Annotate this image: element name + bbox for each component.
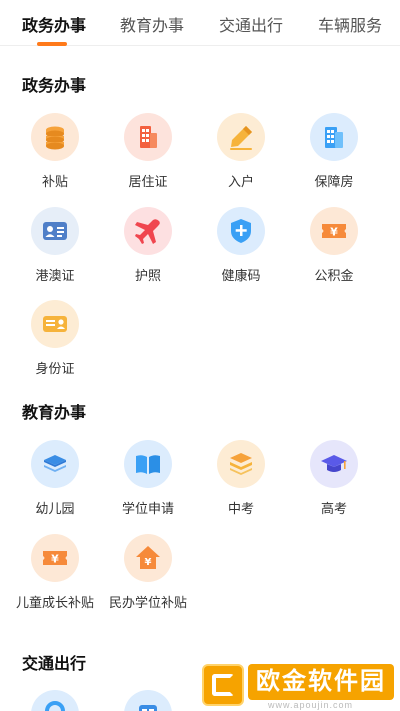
- service-item-label: 高考: [320, 501, 347, 516]
- shield-plus-icon: [217, 207, 265, 255]
- section-title-traffic: 交通出行: [22, 656, 87, 673]
- service-item-label: 港澳证: [35, 268, 75, 283]
- service-item-label: 护照: [134, 268, 161, 283]
- service-item-label: 补贴: [41, 174, 68, 189]
- service-item-label: 居住证: [128, 174, 168, 189]
- service-item-label: 身份证: [35, 361, 75, 376]
- watermark-logo-icon: [202, 664, 244, 706]
- service-item-traffic-2[interactable]: [101, 690, 195, 711]
- svg-text:¥: ¥: [145, 557, 152, 568]
- layers-icon: [31, 440, 79, 488]
- service-item-label: 入户: [227, 174, 254, 189]
- yuan-house-icon: ¥: [124, 534, 172, 582]
- coins-icon: [31, 113, 79, 161]
- service-item-label: 儿童成长补贴: [15, 595, 94, 610]
- housing-icon: [310, 113, 358, 161]
- tab-gov-affairs[interactable]: 政务办事: [22, 12, 86, 36]
- tab-education[interactable]: 教育办事: [120, 12, 184, 36]
- graduation-cap-icon: [310, 440, 358, 488]
- service-item-traffic-1[interactable]: [8, 690, 102, 711]
- service-item-kindergarten[interactable]: 幼儿园: [8, 440, 102, 518]
- service-item-subsidy[interactable]: 补贴: [8, 113, 102, 191]
- service-item-high-school-exam[interactable]: 中考: [194, 440, 288, 518]
- tab-traffic[interactable]: 交通出行: [219, 12, 283, 36]
- svg-text:¥: ¥: [51, 553, 59, 566]
- service-item-hk-macau-permit[interactable]: 港澳证: [8, 207, 102, 285]
- service-item-private-school-subsidy[interactable]: ¥ 民办学位补贴: [101, 534, 195, 612]
- watermark-text: 欧金软件园: [248, 664, 394, 700]
- service-item-degree-application[interactable]: 学位申请: [101, 440, 195, 518]
- svg-text:¥: ¥: [330, 226, 338, 239]
- identity-card-icon: [31, 300, 79, 348]
- pencil-icon: [217, 113, 265, 161]
- book-icon: [124, 440, 172, 488]
- section-title-education: 教育办事: [22, 405, 87, 422]
- id-card-icon: [31, 207, 79, 255]
- service-item-college-exam[interactable]: 高考: [287, 440, 381, 518]
- active-tab-indicator: [37, 42, 67, 46]
- service-item-label: 中考: [227, 501, 254, 516]
- service-item-label: 保障房: [314, 174, 354, 189]
- service-item-label: 健康码: [221, 268, 261, 283]
- service-item-residence-permit[interactable]: 居住证: [101, 113, 195, 191]
- section-title-gov: 政务办事: [22, 78, 87, 95]
- stack-icon: [217, 440, 265, 488]
- service-item-label: 幼儿园: [35, 501, 75, 516]
- top-tab-bar: 政务办事 教育办事 交通出行 车辆服务: [0, 0, 400, 46]
- grid-icon: [124, 690, 172, 711]
- service-item-housing-fund[interactable]: ¥ 公积金: [287, 207, 381, 285]
- yuan-ticket-icon: ¥: [310, 207, 358, 255]
- service-item-passport[interactable]: 护照: [101, 207, 195, 285]
- yuan-ticket-icon: ¥: [31, 534, 79, 582]
- watermark-url: www.apoujin.com: [268, 700, 354, 710]
- service-item-label: 公积金: [314, 268, 354, 283]
- service-item-label: 学位申请: [121, 501, 174, 516]
- building-icon: [124, 113, 172, 161]
- service-item-household-entry[interactable]: 入户: [194, 113, 288, 191]
- service-item-affordable-housing[interactable]: 保障房: [287, 113, 381, 191]
- service-item-label: 民办学位补贴: [108, 595, 187, 610]
- tab-vehicle-service[interactable]: 车辆服务: [318, 12, 382, 36]
- service-item-id-card[interactable]: 身份证: [8, 300, 102, 378]
- service-item-child-growth-subsidy[interactable]: ¥ 儿童成长补贴: [8, 534, 102, 612]
- service-item-health-code[interactable]: 健康码: [194, 207, 288, 285]
- airplane-icon: [124, 207, 172, 255]
- watermark: 欧金软件园 www.apoujin.com: [196, 660, 400, 711]
- map-pin-icon: [31, 690, 79, 711]
